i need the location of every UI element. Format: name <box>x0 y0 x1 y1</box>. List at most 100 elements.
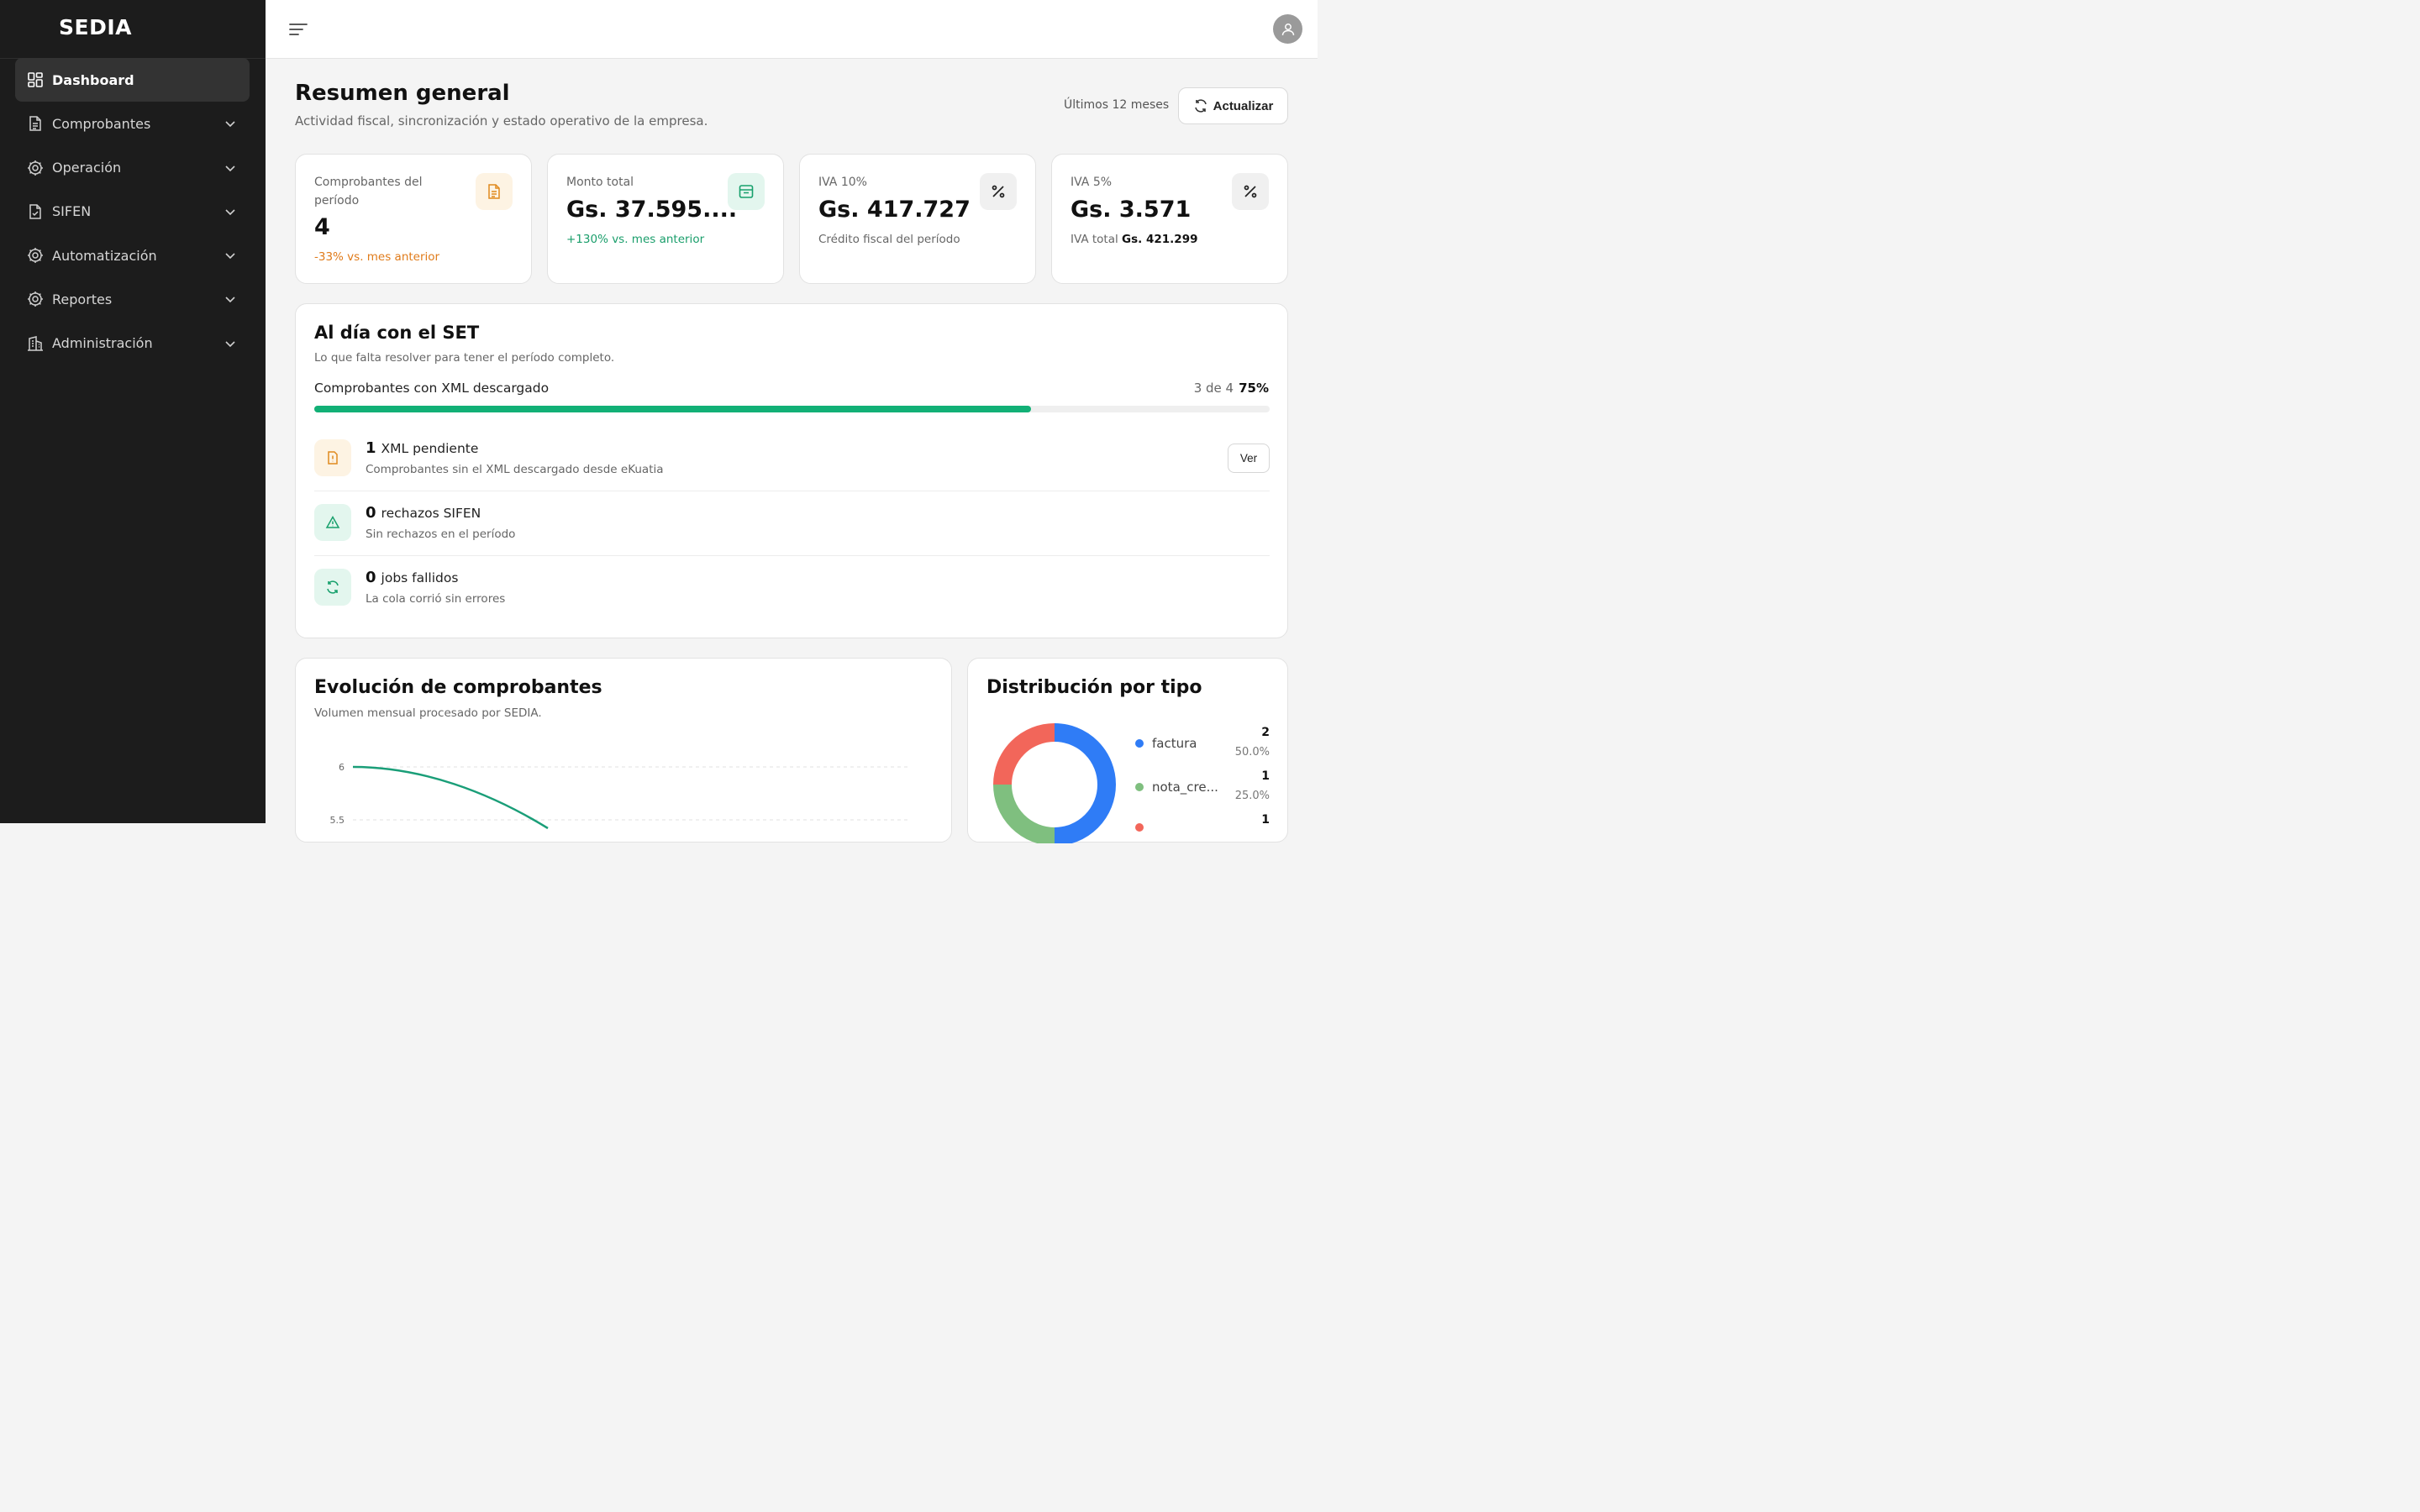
alert-file-icon <box>314 439 351 476</box>
kpi-label: IVA 10% <box>818 176 867 189</box>
menu-toggle-icon[interactable] <box>287 18 309 40</box>
chevron-down-icon <box>225 121 235 128</box>
gear-icon <box>27 160 44 176</box>
sidebar-item-label: Administración <box>52 335 153 352</box>
percent-icon <box>980 173 1017 210</box>
sidebar-item-administracion[interactable]: Administración <box>15 322 250 365</box>
legend-dot <box>1135 823 1144 832</box>
legend-percent: 25.0% <box>1234 790 1270 802</box>
progress-label: Comprobantes con XML descargado <box>314 381 550 396</box>
evolution-card: Evolución de comprobantes Volumen mensua… <box>295 658 952 843</box>
view-pending-button[interactable]: Ver <box>1228 444 1270 473</box>
list-item: 0 rechazos SIFEN Sin rechazos en el perío… <box>314 496 1270 561</box>
percent-icon <box>1232 173 1269 210</box>
item-title: 1 XML pendiente <box>366 439 479 457</box>
sidebar-item-operacion[interactable]: Operación <box>15 146 250 190</box>
legend-dot <box>1135 783 1144 791</box>
donut-chart <box>993 723 1116 843</box>
topbar <box>266 0 1318 59</box>
legend-item[interactable]: factura <box>1135 736 1197 751</box>
sidebar-item-label: Operación <box>52 160 122 176</box>
sidebar-item-label: SIFEN <box>52 203 92 220</box>
item-description: Comprobantes sin el XML descargado desde… <box>366 463 664 476</box>
page-title: Resumen general <box>295 81 510 106</box>
sidebar-item-comprobantes[interactable]: Comprobantes <box>15 102 250 145</box>
item-title: 0 jobs fallidos <box>366 569 459 586</box>
kpi-caption: IVA total Gs. 421.299 <box>1071 233 1198 246</box>
pie-slice[interactable] <box>993 723 1055 785</box>
document-icon <box>476 173 513 210</box>
building-icon <box>27 335 44 352</box>
pie-slice[interactable] <box>1054 723 1116 843</box>
refresh-button[interactable]: Actualizar <box>1178 87 1288 124</box>
refresh-icon <box>314 569 351 606</box>
sidebar-item-automatizacion[interactable]: Automatización <box>15 234 250 277</box>
list-item: 1 XML pendiente Comprobantes sin el XML d… <box>314 432 1270 496</box>
progress-count: 3 de 4 75% <box>1193 381 1269 396</box>
kpi-card-comprobantes: Comprobantes del período 4 -33% vs. mes a… <box>295 154 532 284</box>
kpi-label: Monto total <box>566 176 634 189</box>
list-item: 0 jobs fallidos La cola corrió sin errore… <box>314 561 1270 626</box>
dashboard-grid-icon <box>27 71 44 88</box>
item-description: Sin rechazos en el período <box>366 528 516 541</box>
sidebar-item-label: Reportes <box>52 291 113 307</box>
user-icon <box>1281 23 1294 35</box>
kpi-trend: +130% vs. mes anterior <box>566 233 705 246</box>
progress-fill <box>314 406 1031 412</box>
sidebar-item-dashboard[interactable]: Dashboard <box>15 58 250 102</box>
sidebar-item-reportes[interactable]: Reportes <box>15 277 250 321</box>
pie-slice[interactable] <box>993 784 1055 843</box>
item-description: La cola corrió sin errores <box>366 592 506 606</box>
kpi-caption: Crédito fiscal del período <box>818 233 960 246</box>
legend-label: factura <box>1152 736 1197 751</box>
kpi-value: Gs. 37.595.... <box>566 197 738 223</box>
kpi-value: 4 <box>314 214 330 240</box>
chevron-down-icon <box>225 209 235 216</box>
y-tick-label: 5.5 <box>330 815 345 826</box>
date-range-label[interactable]: Últimos 12 meses <box>1064 98 1169 112</box>
chevron-down-icon <box>225 341 235 347</box>
legend-item[interactable] <box>1135 823 1152 832</box>
legend-item[interactable]: nota_cre... <box>1135 780 1218 795</box>
gear-icon <box>27 291 44 307</box>
kpi-label: IVA 5% <box>1071 176 1113 189</box>
sidebar: SEDIA Dashboard Comprobantes Operación S… <box>0 0 266 823</box>
section-subtitle: Lo que falta resolver para tener el perí… <box>314 351 615 365</box>
gear-icon <box>27 247 44 264</box>
chevron-down-icon <box>225 253 235 260</box>
sidebar-item-label: Comprobantes <box>52 115 151 132</box>
chevron-down-icon <box>225 297 235 303</box>
kpi-value: Gs. 3.571 <box>1071 197 1192 223</box>
kpi-label: Comprobantes del período <box>314 176 423 207</box>
avatar[interactable] <box>1273 14 1302 44</box>
section-title: Evolución de comprobantes <box>314 677 602 698</box>
legend-dot <box>1135 739 1144 748</box>
legend-label: nota_cre... <box>1152 780 1218 795</box>
section-title: Al día con el SET <box>314 323 480 343</box>
sidebar-item-sifen[interactable]: SIFEN <box>15 190 250 234</box>
divider <box>314 555 1270 556</box>
y-tick-label: 6 <box>339 762 345 773</box>
series-line <box>352 765 549 830</box>
distribution-card: Distribución por tipo factura 2 50.0% nota_… <box>967 658 1288 843</box>
legend-count: 1 <box>1261 813 1270 827</box>
legend-count: 1 <box>1261 769 1270 783</box>
legend-percent: 50.0% <box>1234 746 1270 759</box>
kpi-card-iva-5: IVA 5% Gs. 3.571 IVA total Gs. 421.299 <box>1051 154 1288 284</box>
section-subtitle: Volumen mensual procesado por SEDIA. <box>314 706 542 720</box>
progress-bar <box>314 406 1270 412</box>
section-title: Distribución por tipo <box>986 677 1202 698</box>
status-card: Al día con el SET Lo que falta resolver … <box>295 303 1288 638</box>
kpi-card-monto-total: Monto total Gs. 37.595.... +130% vs. mes… <box>547 154 784 284</box>
document-icon <box>27 115 44 132</box>
chevron-down-icon <box>225 165 235 171</box>
brand-logo[interactable]: SEDIA <box>59 15 132 39</box>
legend-count: 2 <box>1261 726 1270 739</box>
page-subtitle: Actividad fiscal, sincronización y estad… <box>295 113 708 129</box>
item-title: 0 rechazos SIFEN <box>366 504 481 522</box>
refresh-label: Actualizar <box>1213 98 1274 113</box>
refresh-icon <box>1194 99 1207 113</box>
sidebar-item-label: Automatización <box>52 247 157 264</box>
kpi-trend: -33% vs. mes anterior <box>314 250 440 264</box>
line-chart: 65.5 <box>330 762 908 830</box>
